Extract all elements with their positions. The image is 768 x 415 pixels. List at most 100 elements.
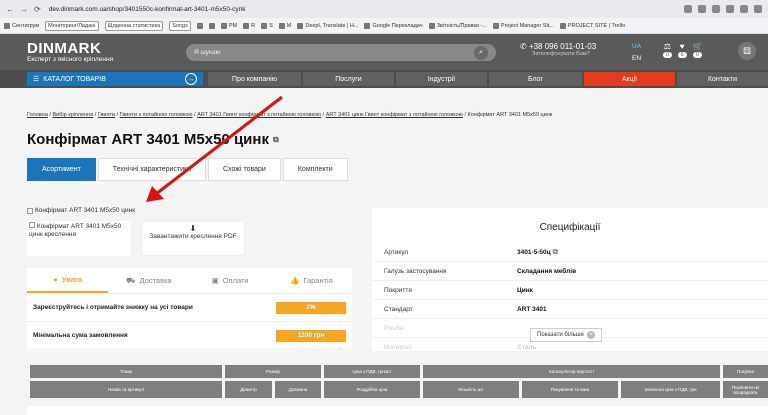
profile-icon[interactable]: [754, 5, 762, 13]
bookmark-favicon-icon: [364, 22, 371, 29]
tab-attention[interactable]: ● Увага: [27, 268, 109, 293]
bookmark[interactable]: Project Manager Sit...: [492, 22, 554, 29]
search-icon[interactable]: ⌕: [474, 45, 488, 60]
phone-icon: ✆: [520, 42, 527, 51]
breadcrumb-link[interactable]: ART 3401 цинк Гвинт конфірмат з потайною…: [326, 112, 463, 118]
bookmark[interactable]: Songs: [169, 20, 191, 31]
info-panel: ● Увага ⛟ Доставка ▣ Оплати 👍 Гарантія Зареє…: [27, 268, 352, 351]
assortment-table-header: Товар Розмір Ціна з ПДВ, грн/шт Калькуля…: [27, 365, 768, 398]
bookmark[interactable]: Звітність/Правки -...: [428, 22, 487, 29]
nav-item-services[interactable]: Послуги: [303, 72, 394, 86]
download-icon: ⬇: [189, 224, 197, 233]
bookmark-favicon-icon: [243, 22, 250, 29]
show-more-button[interactable]: Показати більше +: [530, 328, 602, 342]
forward-icon[interactable]: →: [20, 5, 28, 14]
bookmark[interactable]: Сентигрум: [4, 22, 39, 29]
breadcrumb-link[interactable]: Гвинти з потайною головкою: [120, 112, 193, 118]
table-column-header: Пакування та вага: [522, 381, 618, 398]
table-group-header: Розмір: [225, 365, 321, 378]
table-group-header: Товар: [30, 365, 222, 378]
bookmark[interactable]: S: [261, 22, 273, 29]
thumbs-up-icon: 👍: [289, 276, 300, 285]
phone-number[interactable]: +38 096 011-01-03: [529, 42, 596, 51]
tab-payment[interactable]: ▣ Оплати: [190, 268, 271, 293]
cart-button[interactable]: 🛒 0: [693, 42, 703, 58]
search-box: ⌕: [186, 44, 496, 61]
bookmark[interactable]: R: [243, 22, 255, 29]
brand-name: DINMARK: [27, 40, 102, 57]
discount-badge: 2%: [276, 301, 346, 314]
bookmark[interactable]: M: [278, 22, 291, 29]
table-group-header: Калькулятор вартості: [423, 365, 720, 378]
drawing-image[interactable]: Конфірмат ART 3401 M5x50 цинк креслення: [27, 221, 131, 256]
table-column-header: Діаметр: [225, 381, 272, 398]
lang-en[interactable]: EN: [632, 53, 641, 65]
extension-icon[interactable]: [740, 5, 748, 13]
brand-tagline: Експерт з якісного кріплення: [27, 56, 114, 63]
site-logo[interactable]: DINMARK Експерт з якісного кріплення: [27, 40, 113, 63]
tab-assortment[interactable]: Асортимент: [27, 158, 96, 181]
catalog-button[interactable]: ☰ КАТАЛОГ ТОВАРІВ →: [27, 72, 203, 86]
wallet-icon: ▣: [211, 276, 219, 285]
reload-icon[interactable]: ⟳: [34, 5, 41, 14]
bookmark-favicon-icon: [208, 22, 215, 29]
search-input[interactable]: [194, 49, 474, 56]
bookmark[interactable]: [208, 22, 215, 29]
tab-similar[interactable]: Схожі товари: [208, 158, 281, 181]
tab-kits[interactable]: Комплекти: [282, 158, 348, 181]
cart-icon: 🛒: [692, 42, 703, 51]
address-bar[interactable]: dev.dinmark.com.ua/shop/3401550c-konfirm…: [49, 6, 246, 13]
tab-delivery[interactable]: ⛟ Доставка: [108, 268, 189, 293]
bookmark-favicon-icon: [261, 22, 268, 29]
breadcrumb-link[interactable]: ART 3401 Гвинт конфірмат з потайною голо…: [197, 112, 321, 118]
page-title: Конфірмат ART 3401 M5x50 цинк ⧉: [27, 131, 279, 148]
product-image[interactable]: Конфірмат ART 3401 M5x50 цинк: [27, 207, 135, 214]
back-icon[interactable]: ←: [6, 5, 14, 14]
bookmark[interactable]: Google Перекладач: [364, 22, 423, 29]
nav-item-contacts[interactable]: Контакти: [677, 72, 768, 86]
tab-warranty[interactable]: 👍 Гарантія: [271, 268, 352, 293]
bookmark[interactable]: Щоденна статистика: [104, 20, 164, 31]
lang-ua[interactable]: UA: [632, 41, 641, 53]
compare-button[interactable]: ⚖ 0: [663, 42, 672, 58]
breadcrumb-link[interactable]: Вибір кріплення: [53, 112, 94, 118]
favorites-button[interactable]: ♥ 0: [677, 42, 687, 58]
nav-item-industries[interactable]: Індустрії: [396, 72, 487, 86]
account-icon[interactable]: ⚄: [738, 42, 756, 60]
breadcrumb-link[interactable]: Гвинти: [98, 112, 115, 118]
extension-icon[interactable]: [698, 5, 706, 13]
table-column-header: Порівняти не впорядкати: [723, 381, 768, 398]
extension-icon[interactable]: [684, 5, 692, 13]
spec-row: Стандарт ART 3401: [372, 300, 768, 319]
spec-row: Покриття Цинк: [372, 281, 768, 300]
nav-item-about[interactable]: Про компанію: [208, 72, 301, 86]
extensions-bar: [684, 5, 762, 13]
bookmark[interactable]: PM: [220, 22, 237, 29]
heart-icon: ♥: [679, 42, 685, 51]
bookmark-favicon-icon: [196, 22, 203, 29]
bookmark[interactable]: PROJECT SITE | Trello: [559, 22, 625, 29]
breadcrumb-link[interactable]: Головна: [27, 112, 48, 118]
extension-icon[interactable]: [712, 5, 720, 13]
nav-item-sale[interactable]: Акції: [584, 72, 675, 86]
spec-row: Галузь застосування Складання меблів: [372, 262, 768, 281]
download-pdf-button[interactable]: ⬇ Завантажити креслення PDF: [141, 221, 245, 256]
min-order-badge: 1200 грн: [276, 329, 346, 342]
tab-specs[interactable]: Технічні характеристики: [97, 158, 206, 181]
arrow-head-icon: [146, 186, 164, 202]
copy-icon[interactable]: ⧉: [552, 247, 558, 257]
bookmark-favicon-icon: [278, 22, 285, 29]
copy-icon[interactable]: ⧉: [273, 135, 279, 145]
table-column-header: Довжина: [275, 381, 321, 398]
bookmark-favicon-icon: [297, 22, 304, 29]
bookmark[interactable]: [196, 22, 203, 29]
bookmark[interactable]: Моніторинг/Ладані: [45, 20, 99, 31]
nav-item-blog[interactable]: Блог: [489, 72, 582, 86]
info-tabs: ● Увага ⛟ Доставка ▣ Оплати 👍 Гарантія: [27, 268, 352, 294]
table-column-header: Назва та артикул: [30, 381, 222, 398]
callback-link[interactable]: Зателефонувати Вам?: [532, 51, 596, 57]
header-icons: ⚖ 0 ♥ 0 🛒 0: [663, 42, 703, 58]
extension-icon[interactable]: [726, 5, 734, 13]
bookmark[interactable]: Deepl, Translate | H...: [297, 22, 358, 29]
spec-row: Артикул 3401-5-50ц ⧉: [372, 243, 768, 262]
